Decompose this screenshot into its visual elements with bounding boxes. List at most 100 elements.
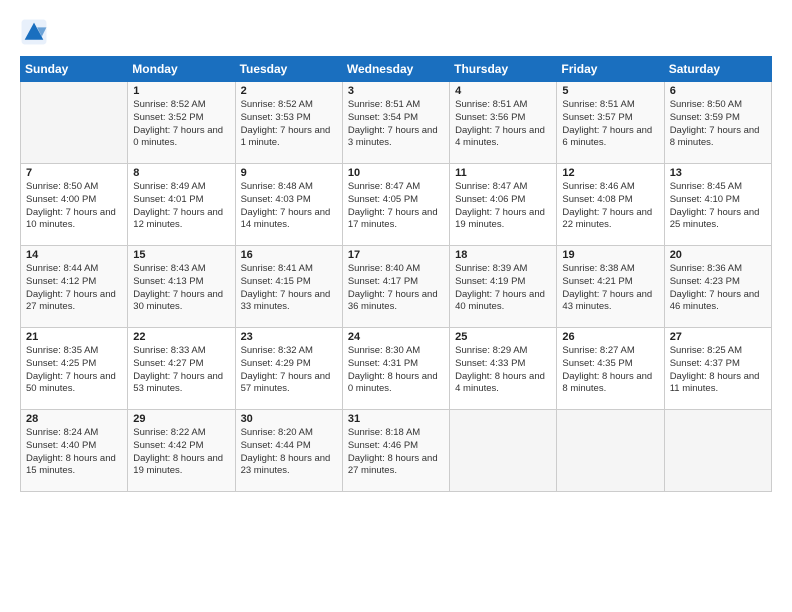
day-number: 27 bbox=[670, 331, 766, 343]
weekday-header-sunday: Sunday bbox=[21, 57, 128, 82]
page: SundayMondayTuesdayWednesdayThursdayFrid… bbox=[0, 0, 792, 612]
day-number: 20 bbox=[670, 249, 766, 261]
day-number: 26 bbox=[562, 331, 658, 343]
day-number: 3 bbox=[348, 85, 444, 97]
day-info: Sunrise: 8:44 AMSunset: 4:12 PMDaylight:… bbox=[26, 263, 122, 314]
day-number: 6 bbox=[670, 85, 766, 97]
day-number: 1 bbox=[133, 85, 229, 97]
calendar-cell: 17 Sunrise: 8:40 AMSunset: 4:17 PMDayligh… bbox=[342, 246, 449, 328]
day-info: Sunrise: 8:22 AMSunset: 4:42 PMDaylight:… bbox=[133, 427, 229, 478]
day-number: 15 bbox=[133, 249, 229, 261]
day-number: 14 bbox=[26, 249, 122, 261]
day-number: 10 bbox=[348, 167, 444, 179]
calendar-cell: 7Sunrise: 8:50 AMSunset: 4:00 PMDaylight… bbox=[21, 164, 128, 246]
calendar-cell: 15 Sunrise: 8:43 AMSunset: 4:13 PMDayligh… bbox=[128, 246, 235, 328]
day-info: Sunrise: 8:50 AMSunset: 3:59 PMDaylight:… bbox=[670, 99, 766, 150]
calendar-cell: 21Sunrise: 8:35 AMSunset: 4:25 PMDayligh… bbox=[21, 328, 128, 410]
day-info: Sunrise: 8:36 AMSunset: 4:23 PMDaylight:… bbox=[670, 263, 766, 314]
day-number: 13 bbox=[670, 167, 766, 179]
day-info: Sunrise: 8:18 AMSunset: 4:46 PMDaylight:… bbox=[348, 427, 444, 478]
calendar-cell: 27Sunrise: 8:25 AMSunset: 4:37 PMDayligh… bbox=[664, 328, 771, 410]
day-number: 11 bbox=[455, 167, 551, 179]
day-number: 4 bbox=[455, 85, 551, 97]
weekday-header-wednesday: Wednesday bbox=[342, 57, 449, 82]
day-info: Sunrise: 8:50 AMSunset: 4:00 PMDaylight:… bbox=[26, 181, 122, 232]
calendar-cell bbox=[450, 410, 557, 492]
calendar-cell: 9 Sunrise: 8:48 AMSunset: 4:03 PMDaylight… bbox=[235, 164, 342, 246]
day-info: Sunrise: 8:46 AMSunset: 4:08 PMDaylight:… bbox=[562, 181, 658, 232]
day-info: Sunrise: 8:51 AMSunset: 3:54 PMDaylight:… bbox=[348, 99, 444, 150]
calendar-week-2: 14 Sunrise: 8:44 AMSunset: 4:12 PMDayligh… bbox=[21, 246, 772, 328]
day-info: Sunrise: 8:40 AMSunset: 4:17 PMDaylight:… bbox=[348, 263, 444, 314]
calendar-week-1: 7Sunrise: 8:50 AMSunset: 4:00 PMDaylight… bbox=[21, 164, 772, 246]
calendar-cell: 2 Sunrise: 8:52 AMSunset: 3:53 PMDaylight… bbox=[235, 82, 342, 164]
calendar-cell: 10 Sunrise: 8:47 AMSunset: 4:05 PMDayligh… bbox=[342, 164, 449, 246]
day-number: 12 bbox=[562, 167, 658, 179]
calendar-cell: 24 Sunrise: 8:30 AMSunset: 4:31 PMDayligh… bbox=[342, 328, 449, 410]
calendar-cell: 13 Sunrise: 8:45 AMSunset: 4:10 PMDayligh… bbox=[664, 164, 771, 246]
day-number: 9 bbox=[241, 167, 337, 179]
calendar-cell: 16 Sunrise: 8:41 AMSunset: 4:15 PMDayligh… bbox=[235, 246, 342, 328]
day-info: Sunrise: 8:20 AMSunset: 4:44 PMDaylight:… bbox=[241, 427, 337, 478]
day-number: 23 bbox=[241, 331, 337, 343]
calendar-cell: 25 Sunrise: 8:29 AMSunset: 4:33 PMDayligh… bbox=[450, 328, 557, 410]
calendar-cell bbox=[21, 82, 128, 164]
day-info: Sunrise: 8:45 AMSunset: 4:10 PMDaylight:… bbox=[670, 181, 766, 232]
calendar-cell: 5 Sunrise: 8:51 AMSunset: 3:57 PMDaylight… bbox=[557, 82, 664, 164]
calendar-week-4: 28 Sunrise: 8:24 AMSunset: 4:40 PMDayligh… bbox=[21, 410, 772, 492]
day-number: 30 bbox=[241, 413, 337, 425]
calendar-cell: 31 Sunrise: 8:18 AMSunset: 4:46 PMDayligh… bbox=[342, 410, 449, 492]
day-info: Sunrise: 8:35 AMSunset: 4:25 PMDaylight:… bbox=[26, 345, 122, 396]
calendar-cell: 8Sunrise: 8:49 AMSunset: 4:01 PMDaylight… bbox=[128, 164, 235, 246]
calendar-cell: 1 Sunrise: 8:52 AMSunset: 3:52 PMDaylight… bbox=[128, 82, 235, 164]
calendar-cell: 20 Sunrise: 8:36 AMSunset: 4:23 PMDayligh… bbox=[664, 246, 771, 328]
calendar-cell: 14 Sunrise: 8:44 AMSunset: 4:12 PMDayligh… bbox=[21, 246, 128, 328]
calendar-table: SundayMondayTuesdayWednesdayThursdayFrid… bbox=[20, 56, 772, 492]
day-number: 31 bbox=[348, 413, 444, 425]
calendar-cell bbox=[557, 410, 664, 492]
weekday-header-monday: Monday bbox=[128, 57, 235, 82]
day-info: Sunrise: 8:27 AMSunset: 4:35 PMDaylight:… bbox=[562, 345, 658, 396]
calendar-week-3: 21Sunrise: 8:35 AMSunset: 4:25 PMDayligh… bbox=[21, 328, 772, 410]
calendar-cell: 30 Sunrise: 8:20 AMSunset: 4:44 PMDayligh… bbox=[235, 410, 342, 492]
day-info: Sunrise: 8:38 AMSunset: 4:21 PMDaylight:… bbox=[562, 263, 658, 314]
day-info: Sunrise: 8:41 AMSunset: 4:15 PMDaylight:… bbox=[241, 263, 337, 314]
day-info: Sunrise: 8:39 AMSunset: 4:19 PMDaylight:… bbox=[455, 263, 551, 314]
calendar-cell: 22 Sunrise: 8:33 AMSunset: 4:27 PMDayligh… bbox=[128, 328, 235, 410]
day-info: Sunrise: 8:52 AMSunset: 3:52 PMDaylight:… bbox=[133, 99, 229, 150]
weekday-header-tuesday: Tuesday bbox=[235, 57, 342, 82]
day-info: Sunrise: 8:32 AMSunset: 4:29 PMDaylight:… bbox=[241, 345, 337, 396]
day-info: Sunrise: 8:51 AMSunset: 3:57 PMDaylight:… bbox=[562, 99, 658, 150]
calendar-cell: 28 Sunrise: 8:24 AMSunset: 4:40 PMDayligh… bbox=[21, 410, 128, 492]
day-info: Sunrise: 8:48 AMSunset: 4:03 PMDaylight:… bbox=[241, 181, 337, 232]
calendar-cell: 18Sunrise: 8:39 AMSunset: 4:19 PMDayligh… bbox=[450, 246, 557, 328]
day-number: 22 bbox=[133, 331, 229, 343]
day-number: 28 bbox=[26, 413, 122, 425]
calendar-cell: 6 Sunrise: 8:50 AMSunset: 3:59 PMDaylight… bbox=[664, 82, 771, 164]
day-info: Sunrise: 8:52 AMSunset: 3:53 PMDaylight:… bbox=[241, 99, 337, 150]
calendar-header-row: SundayMondayTuesdayWednesdayThursdayFrid… bbox=[21, 57, 772, 82]
day-number: 25 bbox=[455, 331, 551, 343]
calendar-cell: 29 Sunrise: 8:22 AMSunset: 4:42 PMDayligh… bbox=[128, 410, 235, 492]
day-number: 8 bbox=[133, 167, 229, 179]
day-number: 17 bbox=[348, 249, 444, 261]
logo-icon bbox=[20, 18, 48, 46]
weekday-header-saturday: Saturday bbox=[664, 57, 771, 82]
weekday-header-friday: Friday bbox=[557, 57, 664, 82]
calendar-cell: 12 Sunrise: 8:46 AMSunset: 4:08 PMDayligh… bbox=[557, 164, 664, 246]
day-number: 2 bbox=[241, 85, 337, 97]
day-info: Sunrise: 8:33 AMSunset: 4:27 PMDaylight:… bbox=[133, 345, 229, 396]
day-number: 24 bbox=[348, 331, 444, 343]
day-info: Sunrise: 8:47 AMSunset: 4:05 PMDaylight:… bbox=[348, 181, 444, 232]
day-info: Sunrise: 8:30 AMSunset: 4:31 PMDaylight:… bbox=[348, 345, 444, 396]
day-info: Sunrise: 8:43 AMSunset: 4:13 PMDaylight:… bbox=[133, 263, 229, 314]
day-number: 16 bbox=[241, 249, 337, 261]
day-info: Sunrise: 8:24 AMSunset: 4:40 PMDaylight:… bbox=[26, 427, 122, 478]
day-info: Sunrise: 8:47 AMSunset: 4:06 PMDaylight:… bbox=[455, 181, 551, 232]
day-number: 29 bbox=[133, 413, 229, 425]
day-info: Sunrise: 8:51 AMSunset: 3:56 PMDaylight:… bbox=[455, 99, 551, 150]
day-number: 19 bbox=[562, 249, 658, 261]
day-number: 5 bbox=[562, 85, 658, 97]
header bbox=[20, 18, 772, 46]
day-info: Sunrise: 8:29 AMSunset: 4:33 PMDaylight:… bbox=[455, 345, 551, 396]
